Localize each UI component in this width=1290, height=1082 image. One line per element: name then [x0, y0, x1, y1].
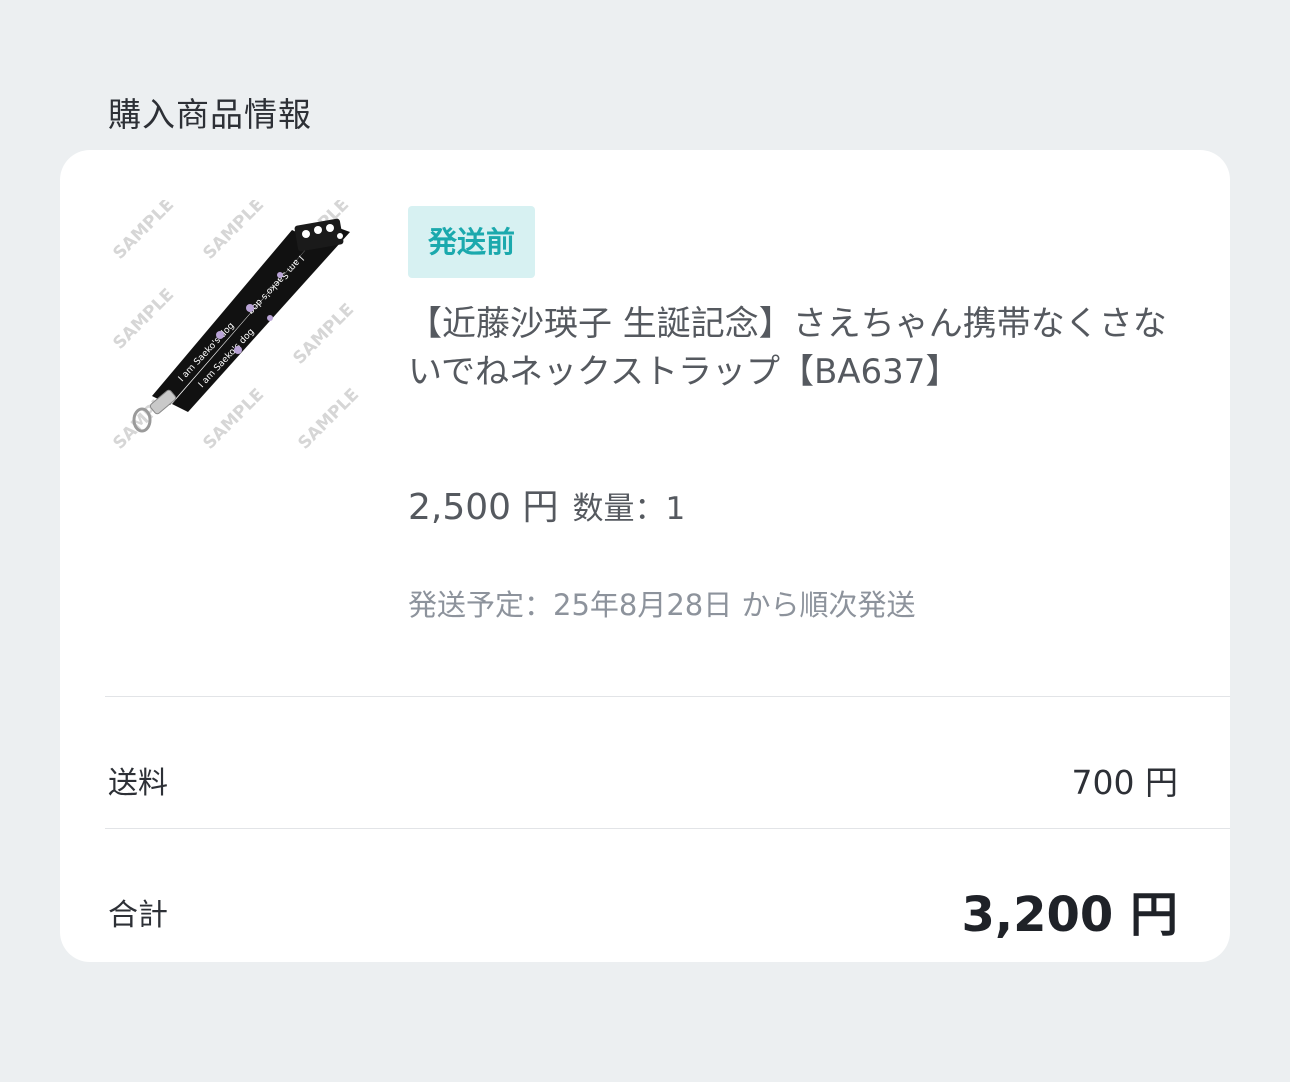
- shipping-schedule: 発送予定：25年8月28日 から順次発送: [408, 588, 916, 622]
- purchase-item-card: SAMPLE SAMPLE SAMPLE SAMPLE SAMPLE SAMPL…: [60, 150, 1230, 962]
- item-price: 2,500 円: [408, 487, 559, 528]
- shipping-fee-value: 700 円: [1071, 763, 1178, 802]
- divider: [105, 828, 1230, 829]
- item-quantity: 数量：1: [572, 491, 686, 527]
- watermark-text: SAMPLE: [110, 285, 178, 354]
- total-label: 合計: [108, 898, 168, 933]
- watermark-text: SAMPLE: [199, 385, 268, 454]
- price-row: 2,500 円 数量：1: [408, 478, 685, 530]
- divider: [105, 696, 1230, 697]
- product-name[interactable]: 【近藤沙瑛子 生誕記念】さえちゃん携帯なくさないでねネックストラップ【BA637…: [408, 300, 1198, 396]
- watermark-text: SAMPLE: [289, 300, 358, 369]
- watermark-text: SAMPLE: [294, 385, 360, 454]
- section-title: 購入商品情報: [108, 95, 312, 134]
- product-image-graphic: SAMPLE SAMPLE SAMPLE SAMPLE SAMPLE SAMPL…: [110, 200, 360, 454]
- total-value: 3,200 円: [961, 887, 1178, 943]
- product-image[interactable]: SAMPLE SAMPLE SAMPLE SAMPLE SAMPLE SAMPL…: [110, 200, 360, 460]
- shipping-fee-label: 送料: [108, 766, 168, 801]
- watermark-text: SAMPLE: [110, 200, 178, 264]
- strap-band: [152, 230, 314, 405]
- status-badge: 発送前: [408, 206, 536, 278]
- watermark-text: SAMPLE: [199, 200, 268, 264]
